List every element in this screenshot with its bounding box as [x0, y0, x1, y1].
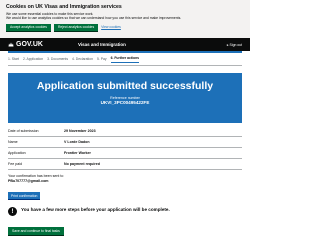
summary-key: Application: [8, 151, 26, 155]
summary-row: Application Frontier Worker: [8, 148, 242, 159]
print-confirmation-button[interactable]: Print confirmation: [8, 192, 41, 200]
confirmation-panel: Application submitted successfully Refer…: [8, 73, 242, 123]
cookie-banner-text: We would like to use analytics cookies s…: [6, 16, 182, 21]
panel-title: Application submitted successfully: [36, 80, 214, 92]
service-name[interactable]: Visas and Immigration: [78, 42, 227, 47]
continue-to-final-tasks-button[interactable]: Save and continue to final tasks: [8, 227, 64, 235]
warning-text: ! You have a few more steps before your …: [8, 206, 242, 216]
confirmation-message: Your confirmation has been sent to PBu70…: [8, 174, 242, 184]
summary-value: 29 November 2023: [64, 129, 96, 133]
progress-steps: 1. Start 2. Application 3. Documents 4. …: [8, 53, 242, 66]
warning-message: You have a few more steps before your ap…: [21, 206, 170, 212]
view-cookies-link[interactable]: View cookies: [101, 25, 121, 29]
summary-key: Fee paid: [8, 162, 22, 166]
warning-icon: !: [8, 206, 17, 216]
summary-value: V Lorde Dadon: [64, 140, 90, 144]
govuk-logo-text: GOV.UK: [16, 41, 43, 48]
site-header: GOV.UK Visas and Immigration ▸ Sign out: [0, 38, 250, 51]
step-application[interactable]: 2. Application: [23, 57, 43, 63]
step-documents[interactable]: 3. Documents: [47, 57, 68, 63]
step-further-actions[interactable]: 6. Further actions: [110, 56, 140, 63]
step-pay[interactable]: 5. Pay: [97, 57, 107, 63]
govuk-logo[interactable]: GOV.UK: [8, 41, 78, 48]
cookie-banner-title: Cookies on UK Visas and Immigration serv…: [6, 4, 122, 10]
summary-row: Fee paid No payment required: [8, 159, 242, 170]
confirmation-email: PBu707777@gmail.com: [8, 178, 49, 183]
panel-body: Reference number UKVI_3PC00495422FE: [14, 96, 236, 105]
reference-number: UKVI_3PC00495422FE: [100, 99, 150, 105]
summary-value: No payment required: [64, 162, 100, 166]
summary-list: Date of submission 29 November 2023 Name…: [8, 126, 242, 170]
crown-icon: [8, 42, 14, 47]
summary-value: Frontier Worker: [64, 151, 91, 155]
cookie-banner-actions: Accept analytics cookies Reject analytic…: [6, 23, 244, 31]
summary-key: Name: [8, 140, 18, 144]
cookie-banner: Cookies on UK Visas and Immigration serv…: [0, 0, 250, 38]
reject-cookies-button[interactable]: Reject analytics cookies: [53, 23, 99, 31]
step-declaration[interactable]: 4. Declaration: [72, 57, 93, 63]
summary-row: Date of submission 29 November 2023: [8, 126, 242, 137]
accept-cookies-button[interactable]: Accept analytics cookies: [6, 23, 51, 31]
sign-out-link[interactable]: ▸ Sign out: [227, 43, 242, 47]
step-start[interactable]: 1. Start: [8, 57, 19, 63]
summary-key: Date of submission: [8, 129, 39, 133]
summary-row: Name V Lorde Dadon: [8, 137, 242, 148]
